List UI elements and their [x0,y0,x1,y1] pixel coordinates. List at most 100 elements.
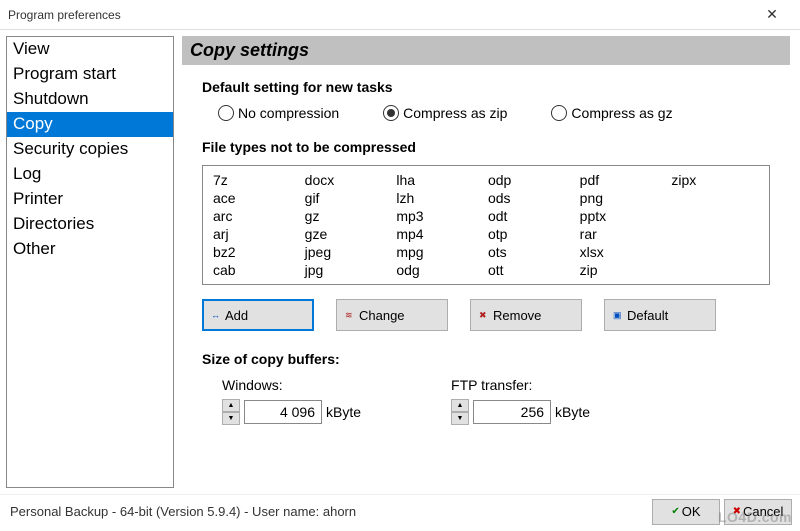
windows-buffer-label: Windows: [222,377,361,393]
filetype-cell[interactable] [671,226,759,242]
cancel-button[interactable]: ✖ Cancel [724,499,792,525]
sidebar-item-shutdown[interactable]: Shutdown [7,87,173,112]
change-button[interactable]: ≋ Change [336,299,448,331]
windows-spin-down[interactable]: ▼ [222,412,240,425]
filetype-cell[interactable]: rar [580,226,668,242]
filetype-cell[interactable]: odt [488,208,576,224]
radio-icon [383,105,399,121]
filetype-cell[interactable]: lha [396,172,484,188]
ftp-spinner-buttons: ▲ ▼ [451,399,469,425]
filetype-cell[interactable]: mp3 [396,208,484,224]
ftp-buffer-group: FTP transfer: ▲ ▼ kByte [451,377,590,425]
ftp-buffer-input[interactable] [473,400,551,424]
buffer-row: Windows: ▲ ▼ kByte FTP transfer: [202,377,770,425]
filetype-cell[interactable]: otp [488,226,576,242]
filetype-cell[interactable] [671,190,759,206]
windows-spinner: ▲ ▼ kByte [222,399,361,425]
filetype-cell[interactable]: lzh [396,190,484,206]
remove-button[interactable]: ✖ Remove [470,299,582,331]
button-label: OK [682,504,701,519]
filetype-cell[interactable]: ods [488,190,576,206]
filetype-cell[interactable]: gif [305,190,393,206]
windows-spinner-buttons: ▲ ▼ [222,399,240,425]
filetype-button-row: ↔ Add ≋ Change ✖ Remove ▣ Default [202,299,770,331]
filetype-cell[interactable]: pptx [580,208,668,224]
windows-spin-up[interactable]: ▲ [222,399,240,412]
filetype-cell[interactable]: zipx [671,172,759,188]
filetype-cell[interactable] [671,262,759,278]
button-label: Add [225,308,248,323]
sidebar-item-directories[interactable]: Directories [7,212,173,237]
bottom-bar: Personal Backup - 64-bit (Version 5.9.4)… [0,494,800,528]
filetype-cell[interactable]: pdf [580,172,668,188]
sidebar-item-view[interactable]: View [7,37,173,62]
window-title: Program preferences [8,8,121,22]
filetype-cell[interactable]: bz2 [213,244,301,260]
filetype-cell[interactable]: mpg [396,244,484,260]
sidebar-item-printer[interactable]: Printer [7,187,173,212]
sidebar-item-log[interactable]: Log [7,162,173,187]
filetype-cell[interactable]: cab [213,262,301,278]
filetype-cell[interactable]: 7z [213,172,301,188]
radio-no-compression[interactable]: No compression [218,105,339,121]
filetype-cell[interactable]: odg [396,262,484,278]
filetype-grid: 7zdocxlhaodppdfzipxacegiflzhodspngarcgzm… [213,172,759,278]
content-pane: Copy settings Default setting for new ta… [178,30,800,494]
sidebar-item-security-copies[interactable]: Security copies [7,137,173,162]
titlebar: Program preferences ✕ [0,0,800,30]
filetype-cell[interactable] [671,208,759,224]
sidebar-item-copy[interactable]: Copy [7,112,173,137]
section-header: Copy settings [182,36,790,65]
ftp-spinner: ▲ ▼ kByte [451,399,590,425]
ftp-spin-up[interactable]: ▲ [451,399,469,412]
button-label: Cancel [743,504,783,519]
ftp-spin-down[interactable]: ▼ [451,412,469,425]
sidebar-item-other[interactable]: Other [7,237,173,262]
filetype-cell[interactable]: jpeg [305,244,393,260]
windows-buffer-group: Windows: ▲ ▼ kByte [222,377,361,425]
filetype-cell[interactable]: ott [488,262,576,278]
ftp-buffer-label: FTP transfer: [451,377,590,393]
button-label: Remove [493,308,541,323]
filetype-cell[interactable]: png [580,190,668,206]
add-button[interactable]: ↔ Add [202,299,314,331]
compression-radio-group: No compression Compress as zip Compress … [202,105,770,121]
change-icon: ≋ [345,310,355,321]
check-icon: ✔ [671,506,679,517]
filetype-cell[interactable]: ace [213,190,301,206]
filetype-cell[interactable]: ots [488,244,576,260]
filetype-cell[interactable]: mp4 [396,226,484,242]
windows-buffer-unit: kByte [326,404,361,420]
close-button[interactable]: ✕ [752,1,792,29]
ftp-buffer-unit: kByte [555,404,590,420]
close-icon: ✕ [766,6,778,23]
ok-button[interactable]: ✔ OK [652,499,720,525]
filetype-cell[interactable]: odp [488,172,576,188]
default-button[interactable]: ▣ Default [604,299,716,331]
sidebar: View Program start Shutdown Copy Securit… [6,36,174,488]
status-text: Personal Backup - 64-bit (Version 5.9.4)… [10,504,356,519]
radio-compress-gz[interactable]: Compress as gz [551,105,672,121]
filetype-cell[interactable]: docx [305,172,393,188]
filetypes-list[interactable]: 7zdocxlhaodppdfzipxacegiflzhodspngarcgzm… [202,165,770,285]
filetype-cell[interactable] [671,244,759,260]
main-area: View Program start Shutdown Copy Securit… [0,30,800,494]
radio-compress-zip[interactable]: Compress as zip [383,105,507,121]
filetype-cell[interactable]: jpg [305,262,393,278]
filetype-cell[interactable]: xlsx [580,244,668,260]
windows-buffer-input[interactable] [244,400,322,424]
sidebar-item-program-start[interactable]: Program start [7,62,173,87]
button-label: Change [359,308,405,323]
filetype-cell[interactable]: arc [213,208,301,224]
dialog-buttons: ✔ OK ✖ Cancel [652,499,792,525]
default-icon: ▣ [613,310,623,321]
button-label: Default [627,308,668,323]
filetype-cell[interactable]: gz [305,208,393,224]
remove-icon: ✖ [479,310,489,321]
filetype-cell[interactable]: arj [213,226,301,242]
radio-icon [218,105,234,121]
filetype-cell[interactable]: gze [305,226,393,242]
filetype-cell[interactable]: zip [580,262,668,278]
filetypes-heading: File types not to be compressed [202,139,770,155]
cross-icon: ✖ [733,506,741,517]
